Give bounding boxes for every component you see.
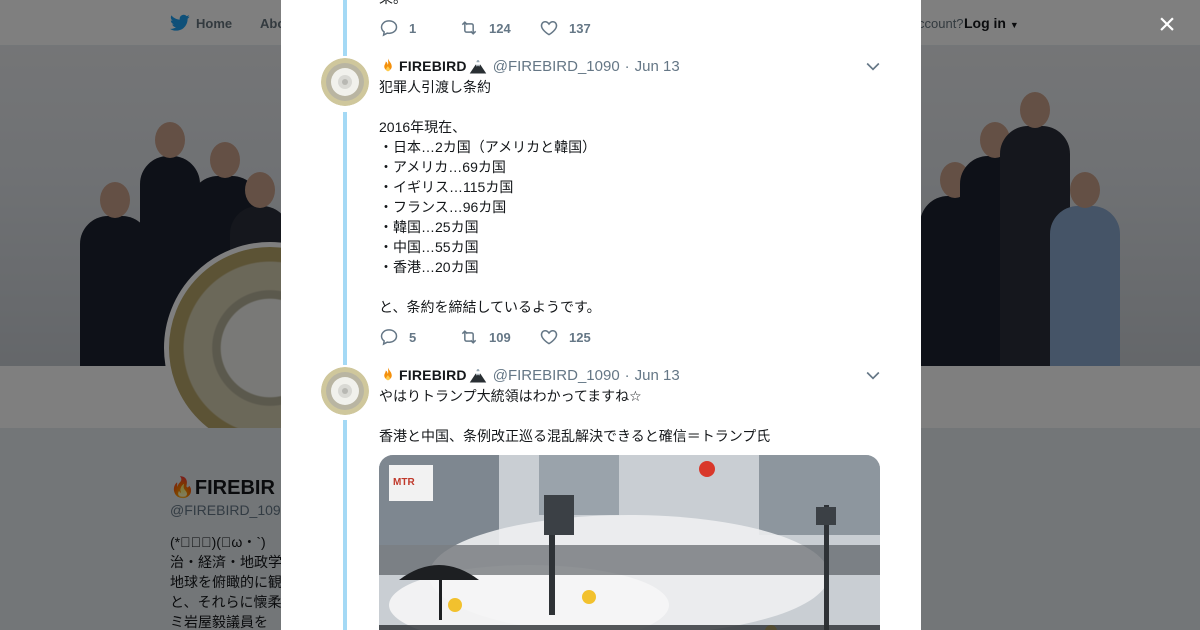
tweet-avatar[interactable] bbox=[321, 367, 369, 415]
display-name[interactable]: FIREBIRD bbox=[399, 58, 467, 74]
tweet-actions: 5 109 125 bbox=[379, 327, 591, 347]
reply-count: 1 bbox=[409, 20, 417, 36]
retweet-button[interactable]: 109 bbox=[459, 327, 539, 347]
tweet-handle[interactable]: @FIREBIRD_1090 bbox=[493, 58, 620, 75]
header-separator: · bbox=[624, 366, 630, 384]
reply-icon bbox=[380, 329, 398, 346]
tweet-date[interactable]: Jun 13 bbox=[635, 367, 680, 384]
thread-line bbox=[343, 112, 347, 365]
close-button[interactable]: × bbox=[1152, 10, 1182, 40]
tweet-header: FIREBIRD @FIREBIRD_1090 · Jun 13 bbox=[379, 365, 680, 385]
like-count: 137 bbox=[569, 20, 591, 36]
coin-avatar-icon bbox=[321, 367, 369, 415]
like-button[interactable]: 137 bbox=[539, 18, 591, 38]
close-icon: × bbox=[1158, 8, 1176, 41]
tweet-avatar[interactable] bbox=[321, 58, 369, 106]
tweet-thread-modal: 果。 1 124 137 FIREBIRD @FIREBIRD_1090 · J… bbox=[281, 0, 921, 630]
volcano-icon bbox=[469, 60, 486, 74]
fire-icon bbox=[384, 58, 392, 72]
thread-line bbox=[343, 420, 347, 630]
reply-count: 5 bbox=[409, 329, 417, 345]
chevron-down-icon[interactable] bbox=[863, 56, 883, 76]
retweet-count: 124 bbox=[489, 20, 511, 36]
thread-line bbox=[343, 0, 347, 56]
reply-button[interactable]: 1 bbox=[379, 18, 459, 38]
header-separator: · bbox=[624, 57, 630, 75]
heart-icon bbox=[540, 329, 558, 345]
reply-icon bbox=[380, 20, 398, 37]
like-button[interactable]: 125 bbox=[539, 327, 591, 347]
protest-photo-image: MTR bbox=[379, 455, 880, 630]
volcano-icon bbox=[469, 369, 486, 383]
chevron-down-icon[interactable] bbox=[863, 365, 883, 385]
retweet-icon bbox=[461, 21, 477, 35]
retweet-count: 109 bbox=[489, 329, 511, 345]
prev-tweet-actions: 1 124 137 bbox=[379, 18, 591, 38]
tweet-text: 犯罪人引渡し条約 2016年現在、 ・日本…2カ国（アメリカと韓国） ・アメリカ… bbox=[379, 79, 601, 315]
tweet-handle[interactable]: @FIREBIRD_1090 bbox=[493, 367, 620, 384]
tweet-photo[interactable]: MTR bbox=[379, 455, 880, 630]
fire-icon bbox=[384, 367, 392, 381]
retweet-icon bbox=[461, 330, 477, 344]
display-name[interactable]: FIREBIRD bbox=[399, 367, 467, 383]
mtr-sign: MTR bbox=[393, 477, 415, 488]
tweet-header: FIREBIRD @FIREBIRD_1090 · Jun 13 bbox=[379, 56, 680, 76]
tweet-text: やはりトランプ大統領はわかってますね☆ 香港と中国、条例改正巡る混乱解決できると… bbox=[379, 388, 771, 444]
tweet-date[interactable]: Jun 13 bbox=[635, 58, 680, 75]
prev-tweet-text: 果。 bbox=[379, 0, 879, 8]
like-count: 125 bbox=[569, 329, 591, 345]
heart-icon bbox=[540, 20, 558, 36]
reply-button[interactable]: 5 bbox=[379, 327, 459, 347]
coin-avatar-icon bbox=[321, 58, 369, 106]
retweet-button[interactable]: 124 bbox=[459, 18, 539, 38]
